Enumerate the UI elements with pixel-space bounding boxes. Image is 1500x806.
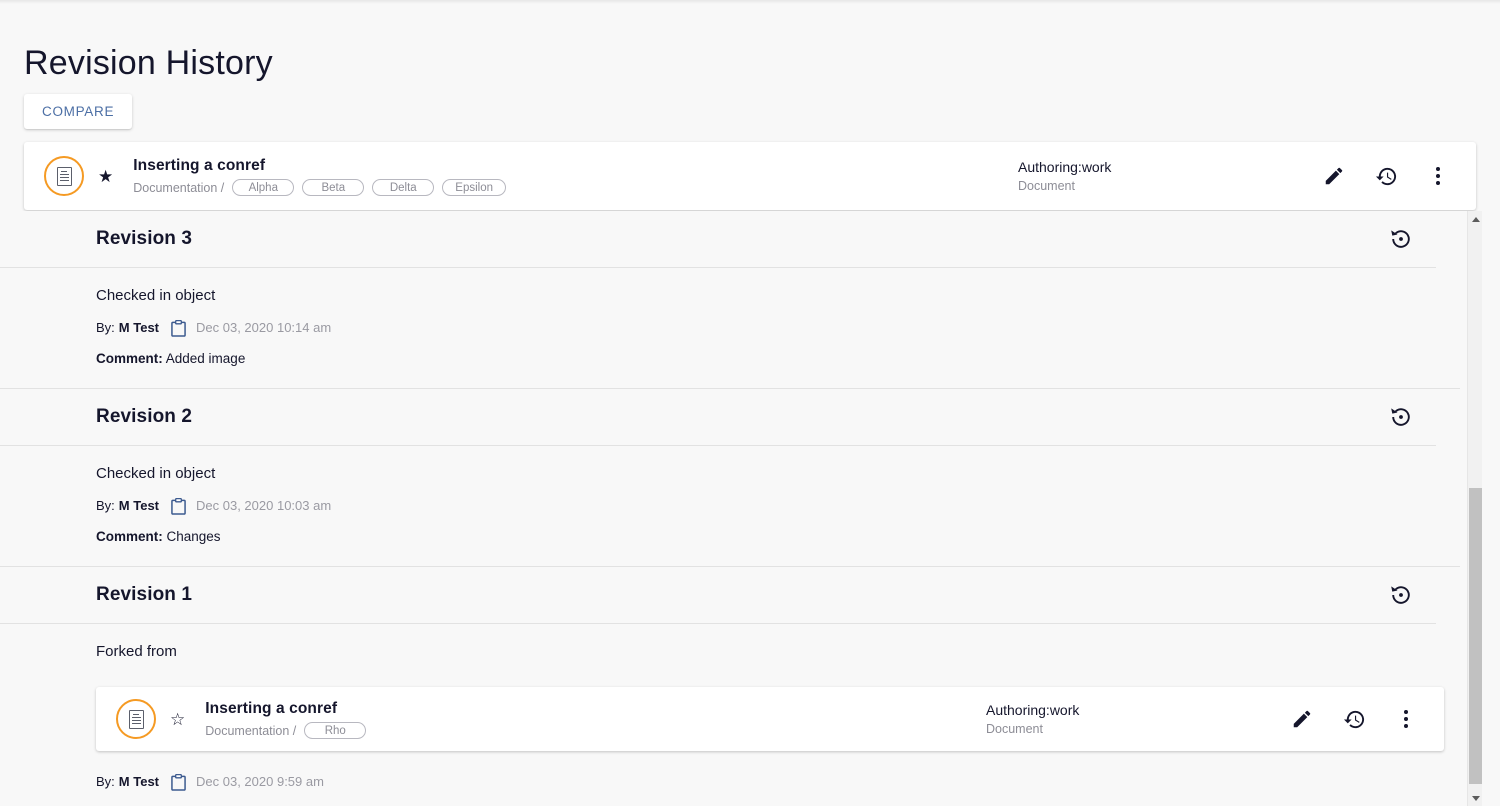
revision-action: Checked in object <box>96 287 216 304</box>
top-shadow <box>0 0 1500 4</box>
revision-action: Checked in object <box>96 465 216 482</box>
tag-chip[interactable]: Beta <box>302 179 365 196</box>
object-breadcrumb-row: Documentation / Alpha Beta Delta Epsilon <box>133 179 1018 196</box>
comment-text: Changes <box>166 529 221 544</box>
comment-label: Comment: <box>96 529 163 544</box>
revision-comment-row: Comment: Added image <box>96 350 1436 368</box>
document-icon <box>116 699 156 739</box>
tag-chip[interactable]: Delta <box>372 179 435 196</box>
star-outline-icon[interactable]: ☆ <box>170 711 185 728</box>
clipboard-icon <box>171 319 186 337</box>
author-name: M Test <box>118 498 160 513</box>
more-options-icon[interactable] <box>1426 164 1450 188</box>
object-status-block: Authoring:work Document <box>1018 158 1318 195</box>
chevron-up-icon[interactable] <box>1468 211 1483 227</box>
object-type: Document <box>986 721 1043 736</box>
revision-scroll-area: Revision 3 Checked in object By: M Test <box>0 211 1460 806</box>
comment-text: Added image <box>165 351 246 366</box>
by-label: By: <box>96 498 115 513</box>
forked-object-card[interactable]: ☆ Inserting a conref Documentation / Rho… <box>96 687 1444 751</box>
revision-header: Revision 3 <box>0 211 1436 268</box>
revision-author-row: By: M Test Dec 03, 2020 10:14 am <box>96 319 1436 337</box>
object-status-block: Authoring:work Document <box>986 701 1286 738</box>
clipboard-icon <box>171 497 186 515</box>
document-icon <box>44 156 84 196</box>
object-title: Inserting a conref <box>205 700 338 717</box>
page-title: Revision History <box>24 43 273 82</box>
forked-card-text: Inserting a conref Documentation / Rho <box>205 699 986 739</box>
by-label: By: <box>96 774 115 789</box>
status-badge: Authoring:work <box>1018 158 1112 175</box>
restore-icon[interactable] <box>1386 580 1416 610</box>
revision-comment-row: Comment: Changes <box>96 528 1436 546</box>
status-badge: Authoring:work <box>986 701 1080 718</box>
edit-icon[interactable] <box>1322 164 1346 188</box>
object-type: Document <box>1018 178 1075 193</box>
tag-chip[interactable]: Rho <box>304 722 367 739</box>
history-icon[interactable] <box>1374 164 1398 188</box>
tag-chip[interactable]: Epsilon <box>442 179 506 196</box>
restore-icon[interactable] <box>1386 402 1416 432</box>
breadcrumb: Documentation / <box>205 723 297 738</box>
revision-history-page: Revision History COMPARE ★ Inserting a c… <box>0 0 1500 806</box>
star-filled-icon[interactable]: ★ <box>98 168 113 185</box>
revision-title: Revision 1 <box>96 584 193 605</box>
forked-card-wrapper: ☆ Inserting a conref Documentation / Rho… <box>96 687 1444 751</box>
object-card-text: Inserting a conref Documentation / Alpha… <box>133 156 1018 196</box>
revision-author-row: By: M Test Dec 03, 2020 9:59 am <box>96 773 1436 791</box>
author-name: M Test <box>118 320 160 335</box>
revision-timestamp: Dec 03, 2020 10:14 am <box>196 320 332 335</box>
comment-label: Comment: <box>96 351 163 366</box>
tag-chip[interactable]: Alpha <box>232 179 295 196</box>
revision-body: Forked from ☆ Inserting a conref Documen… <box>0 624 1460 806</box>
compare-button[interactable]: COMPARE <box>24 94 133 129</box>
breadcrumb: Documentation / <box>133 180 225 195</box>
revision-timestamp: Dec 03, 2020 10:03 am <box>196 498 332 513</box>
revision-body: Checked in object By: M Test Dec 03, 202… <box>0 446 1460 567</box>
revision-timestamp: Dec 03, 2020 9:59 am <box>196 774 324 789</box>
more-options-icon[interactable] <box>1394 707 1418 731</box>
forked-card-actions <box>1290 707 1418 731</box>
history-icon[interactable] <box>1342 707 1366 731</box>
revision-header: Revision 2 <box>0 389 1436 446</box>
by-label: By: <box>96 320 115 335</box>
revision-list-panel: Revision 3 Checked in object By: M Test <box>0 211 1500 806</box>
chevron-down-icon[interactable] <box>1468 790 1483 806</box>
revision-header: Revision 1 <box>0 567 1436 624</box>
forked-from-label: Forked from <box>96 643 177 660</box>
object-header-card[interactable]: ★ Inserting a conref Documentation / Alp… <box>24 142 1476 210</box>
restore-icon[interactable] <box>1386 224 1416 254</box>
clipboard-icon <box>171 773 186 791</box>
revision-title: Revision 2 <box>96 406 193 427</box>
scrollbar-thumb[interactable] <box>1469 488 1482 784</box>
object-card-actions <box>1322 164 1450 188</box>
edit-icon[interactable] <box>1290 707 1314 731</box>
author-name: M Test <box>118 774 160 789</box>
revision-body: Checked in object By: M Test Dec 03, 202… <box>0 268 1460 389</box>
revision-title: Revision 3 <box>96 228 193 249</box>
object-title: Inserting a conref <box>133 157 266 174</box>
object-breadcrumb-row: Documentation / Rho <box>205 722 986 739</box>
vertical-scrollbar[interactable] <box>1467 211 1482 806</box>
revision-author-row: By: M Test Dec 03, 2020 10:03 am <box>96 497 1436 515</box>
